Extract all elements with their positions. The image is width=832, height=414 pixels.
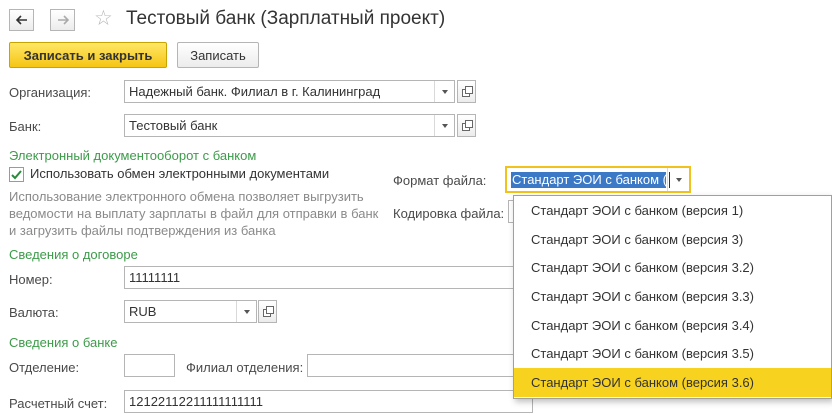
file-format-field[interactable]: Стандарт ЭОИ с банком (	[505, 166, 691, 193]
dropdown-option[interactable]: Стандарт ЭОИ с банком (версия 3)	[514, 225, 831, 254]
chevron-down-icon[interactable]	[667, 168, 689, 191]
forward-button[interactable]	[50, 9, 75, 31]
encoding-label: Кодировка файла:	[393, 206, 505, 221]
chevron-down-icon[interactable]	[434, 81, 454, 102]
open-window-icon	[462, 86, 473, 97]
checkmark-icon	[11, 169, 22, 179]
use-edo-checkbox[interactable]	[9, 167, 24, 182]
bank-info-section-title: Сведения о банке	[9, 335, 118, 350]
open-window-icon	[263, 306, 274, 317]
number-label: Номер:	[9, 272, 53, 287]
branch-office-label: Филиал отделения:	[186, 360, 304, 375]
organization-open-button[interactable]	[457, 80, 476, 103]
organization-label: Организация:	[9, 85, 92, 100]
back-button[interactable]	[9, 9, 34, 31]
account-label: Расчетный счет:	[9, 396, 108, 411]
organization-value: Надежный банк. Филиал в г. Калининград	[129, 84, 381, 99]
organization-field[interactable]: Надежный банк. Филиал в г. Калининград	[124, 80, 455, 103]
bank-field[interactable]: Тестовый банк	[124, 114, 455, 137]
bank-open-button[interactable]	[457, 114, 476, 137]
file-format-label: Формат файла:	[393, 173, 487, 188]
dropdown-option-selected[interactable]: Стандарт ЭОИ с банком (версия 3.6)	[514, 368, 831, 397]
chevron-down-icon[interactable]	[434, 115, 454, 136]
bank-value: Тестовый банк	[129, 118, 218, 133]
currency-open-button[interactable]	[258, 300, 277, 323]
currency-label: Валюта:	[9, 305, 59, 320]
use-edo-label[interactable]: Использовать обмен электронными документ…	[30, 166, 329, 181]
dropdown-option[interactable]: Стандарт ЭОИ с банком (версия 3.2)	[514, 253, 831, 282]
page-title: Тестовый банк (Зарплатный проект)	[126, 8, 446, 29]
account-value: 12122112211111111111	[129, 394, 263, 409]
number-field[interactable]: 11111111	[124, 266, 519, 289]
save-and-close-button[interactable]: Записать и закрыть	[9, 42, 167, 68]
dropdown-option[interactable]: Стандарт ЭОИ с банком (версия 1)	[514, 196, 831, 225]
bank-label: Банк:	[9, 119, 42, 134]
dropdown-option[interactable]: Стандарт ЭОИ с банком (версия 3.4)	[514, 311, 831, 340]
currency-value: RUB	[129, 304, 157, 319]
dropdown-option[interactable]: Стандарт ЭОИ с банком (версия 3.3)	[514, 282, 831, 311]
arrow-left-icon	[15, 15, 27, 25]
arrow-right-icon	[57, 15, 69, 25]
branch-field[interactable]	[124, 354, 175, 377]
edo-section-title: Электронный документооборот с банком	[9, 148, 257, 163]
branch-office-field[interactable]	[307, 354, 519, 377]
contract-section-title: Сведения о договоре	[9, 247, 138, 262]
file-format-dropdown[interactable]: Стандарт ЭОИ с банком (версия 1) Стандар…	[513, 195, 832, 399]
file-format-value: Стандарт ЭОИ с банком (	[511, 172, 666, 188]
currency-field[interactable]: RUB	[124, 300, 257, 323]
favorite-star-icon[interactable]: ☆	[94, 8, 113, 30]
open-window-icon	[462, 120, 473, 131]
chevron-down-icon[interactable]	[236, 301, 256, 322]
edo-description: Использование электронного обмена позвол…	[9, 189, 379, 238]
number-value: 11111111	[129, 270, 181, 285]
account-field[interactable]: 12122112211111111111	[124, 390, 533, 413]
branch-label: Отделение:	[9, 360, 80, 375]
dropdown-option[interactable]: Стандарт ЭОИ с банком (версия 3.5)	[514, 339, 831, 368]
save-button[interactable]: Записать	[177, 42, 259, 68]
